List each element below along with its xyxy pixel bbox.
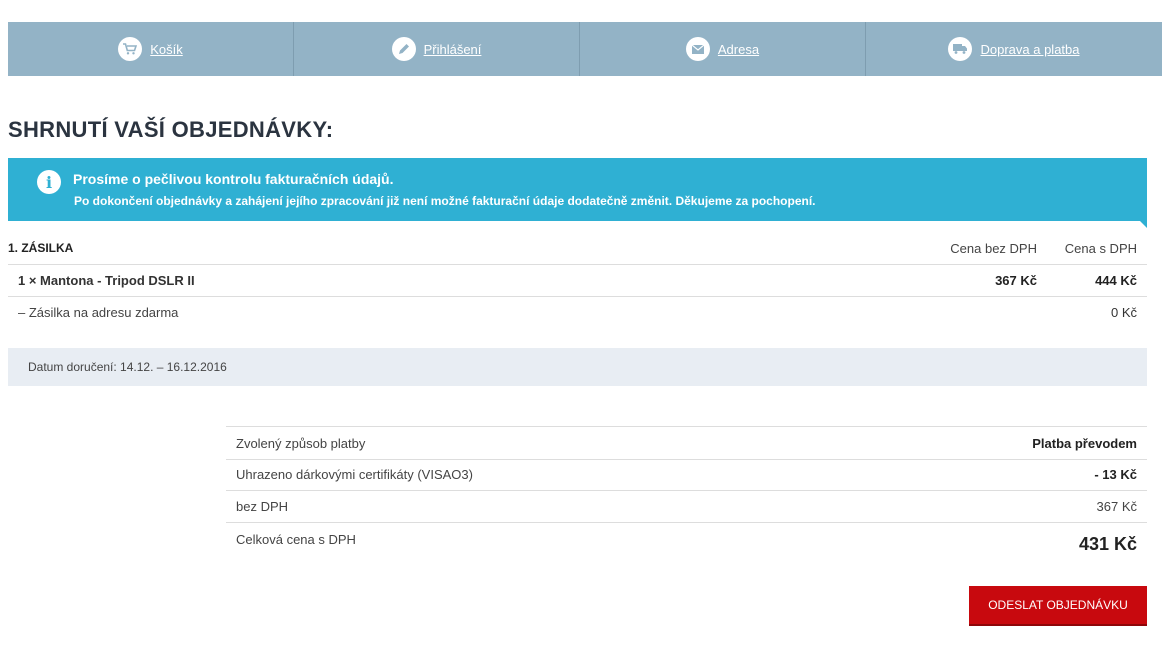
cart-icon <box>118 37 143 61</box>
shipping-name: – Zásilka na adresu zdarma <box>18 305 179 320</box>
submit-order-button[interactable]: ODESLAT OBJEDNÁVKU <box>969 586 1147 626</box>
total-value: 431 Kč <box>1078 534 1137 554</box>
net-value: 367 Kč <box>1096 499 1137 514</box>
step-login[interactable]: Přihlášení <box>294 22 580 76</box>
shipment-title: 1. ZÁSILKA <box>8 241 74 255</box>
page-title: SHRNUTÍ VAŠÍ OBJEDNÁVKY: <box>8 117 334 142</box>
step-shipping-payment-link[interactable]: Doprava a platba <box>980 42 1079 57</box>
shipment-header: 1. ZÁSILKA Cena bez DPH Cena s DPH <box>8 232 1147 265</box>
summary-total-row: Celková cena s DPH 431 Kč <box>226 523 1147 563</box>
notice-corner <box>1139 220 1147 228</box>
summary-net-row: bez DPH 367 Kč <box>226 491 1147 523</box>
envelope-icon <box>685 37 710 61</box>
step-address-link[interactable]: Adresa <box>718 42 759 57</box>
steps-edge <box>1156 22 1162 76</box>
voucher-value: - 13 Kč <box>1094 467 1137 482</box>
summary-payment-row: Zvolený způsob platby Platba převodem <box>226 426 1147 460</box>
step-login-link[interactable]: Přihlášení <box>424 42 482 57</box>
summary-voucher-row: Uhrazeno dárkovými certifikáty (VISAO3) … <box>226 459 1147 491</box>
step-address[interactable]: Adresa <box>580 22 866 76</box>
delivery-date: Datum doručení: 14.12. – 16.12.2016 <box>28 360 227 374</box>
step-cart[interactable]: Košík <box>8 22 294 76</box>
notice-text: Po dokončení objednávky a zahájení jejíh… <box>74 194 816 208</box>
total-label: Celková cena s DPH <box>236 532 356 547</box>
truck-icon <box>948 37 973 61</box>
item-price-without-vat: 367 Kč <box>995 273 1037 288</box>
step-cart-link[interactable]: Košík <box>150 42 183 57</box>
billing-notice: i Prosíme o pečlivou kontrolu fakturační… <box>8 158 1147 228</box>
voucher-label: Uhrazeno dárkovými certifikáty (VISAO3) <box>236 467 473 482</box>
pencil-icon <box>391 37 416 61</box>
payment-label: Zvolený způsob platby <box>236 435 366 451</box>
item-price-with-vat: 444 Kč <box>1095 273 1137 288</box>
payment-value: Platba převodem <box>1032 435 1137 451</box>
shipping-row: – Zásilka na adresu zdarma 0 Kč <box>8 297 1147 328</box>
order-item-row: 1 × Mantona - Tripod DSLR II 367 Kč 444 … <box>8 265 1147 297</box>
col-without-vat: Cena bez DPH <box>950 240 1037 256</box>
notice-title: Prosíme o pečlivou kontrolu fakturačních… <box>73 171 394 187</box>
delivery-date-bar: Datum doručení: 14.12. – 16.12.2016 <box>8 348 1147 386</box>
shipping-price: 0 Kč <box>1110 305 1137 320</box>
col-with-vat: Cena s DPH <box>1064 240 1137 256</box>
info-icon: i <box>37 170 61 194</box>
net-label: bez DPH <box>236 499 289 514</box>
checkout-steps: Košík Přihlášení Adresa Doprava a platba <box>8 22 1162 76</box>
item-name: 1 × Mantona - Tripod DSLR II <box>18 273 195 288</box>
step-shipping-payment[interactable]: Doprava a platba <box>866 22 1162 76</box>
